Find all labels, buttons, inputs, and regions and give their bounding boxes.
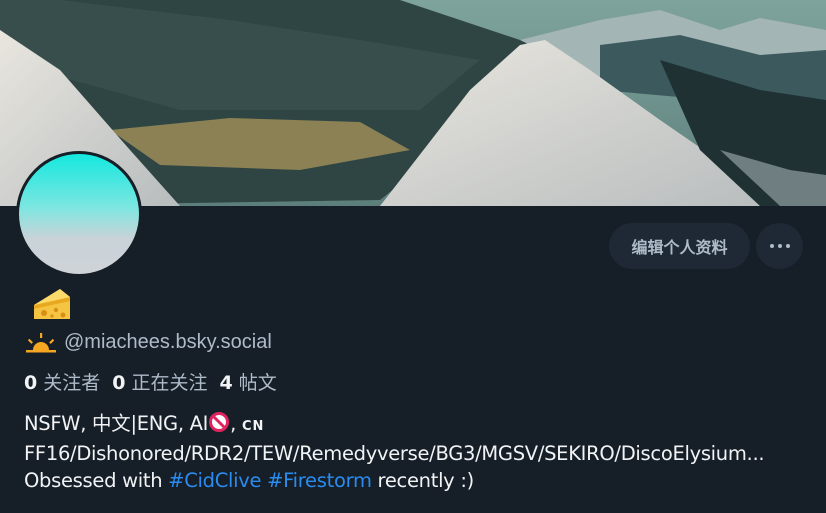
ellipsis-icon (769, 244, 774, 248)
prohibited-icon (209, 412, 230, 432)
avatar[interactable] (16, 151, 142, 277)
more-options-button[interactable] (756, 223, 803, 269)
bio-line-1-separator: , (230, 412, 242, 435)
bio-line-3-prefix: Obsessed with (24, 469, 169, 492)
ellipsis-icon-dot (777, 244, 782, 248)
profile-stats: 0 关注者 0 正在关注 4 帖文 (24, 368, 289, 395)
bio-line-1-text: NSFW, 中文|ENG, AI (24, 412, 209, 435)
following-label: 正在关注 (131, 372, 208, 394)
following-count: 0 (112, 372, 126, 394)
bio-line-3-suffix: recently :) (371, 469, 475, 492)
followers-count: 0 (24, 372, 38, 394)
followers-stat[interactable]: 0 关注者 (24, 368, 100, 395)
profile-bio: NSFW, 中文|ENG, AI, CN FF16/Dishonored/RDR… (24, 410, 814, 494)
posts-stat: 4 帖文 (220, 368, 277, 395)
posts-label: 帖文 (238, 372, 277, 394)
followers-label: 关注者 (43, 372, 101, 394)
bio-line-3: Obsessed with #CidClive #Firestorm recen… (24, 467, 814, 494)
cheese-icon (34, 289, 70, 319)
bio-line-1: NSFW, 中文|ENG, AI, CN (24, 410, 814, 440)
following-stat[interactable]: 0 正在关注 (112, 368, 207, 395)
user-handle[interactable]: @miachees.bsky.social (64, 331, 272, 354)
ellipsis-icon-dot (785, 244, 790, 248)
bio-line-2: FF16/Dishonored/RDR2/TEW/Remedyverse/BG3… (24, 442, 765, 465)
hashtag-cidclive-link[interactable]: #CidClive (168, 469, 261, 492)
display-name (30, 283, 74, 325)
sunrise-icon (26, 332, 56, 352)
posts-count: 4 (219, 372, 233, 394)
hashtag-firestorm-link[interactable]: #Firestorm (267, 469, 372, 492)
handle-row: @miachees.bsky.social (26, 331, 272, 354)
edit-profile-button[interactable]: 编辑个人资料 (609, 223, 750, 269)
bio-country-code: CN (241, 419, 265, 434)
